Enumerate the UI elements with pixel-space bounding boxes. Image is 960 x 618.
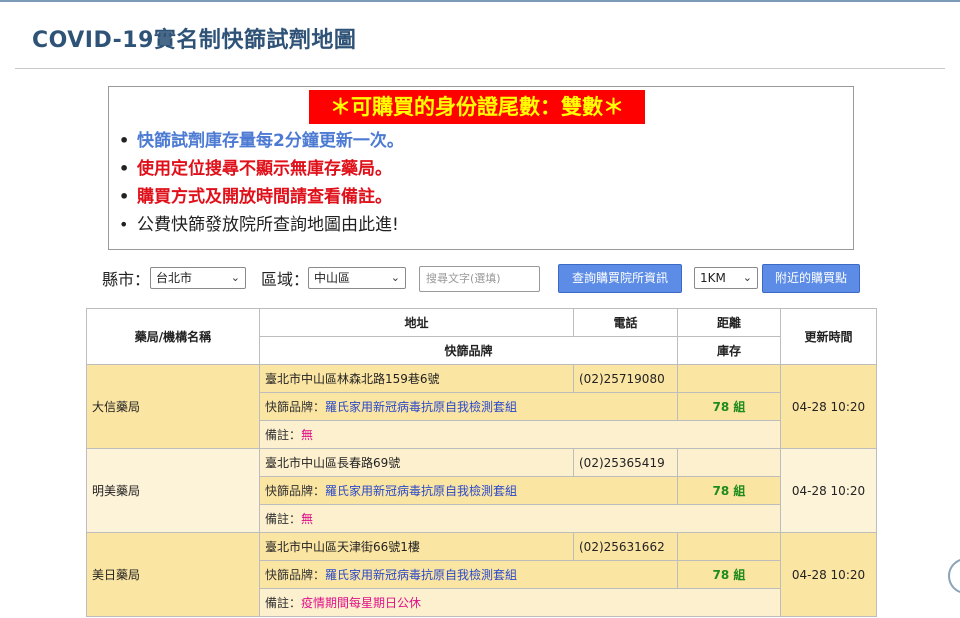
query-button[interactable]: 查詢購買院所資訊 <box>558 264 682 293</box>
pharmacy-phone: (02)25631662 <box>573 532 678 561</box>
note-value: 無 <box>301 428 314 442</box>
locate-float-button[interactable] <box>948 558 960 594</box>
pharmacy-address: 臺北市中山區長春路69號 <box>259 448 574 477</box>
notice-item-location-search: 使用定位搜尋不顯示無庫存藥局。 <box>119 155 404 183</box>
note-value: 無 <box>301 512 314 526</box>
header-name: 藥局/機構名稱 <box>86 308 260 365</box>
notice-item-update-frequency: 快篩試劑庫存量每2分鐘更新一次。 <box>119 127 404 155</box>
pharmacy-distance <box>677 448 781 477</box>
pharmacy-distance <box>677 532 781 561</box>
note-label: 備註： <box>265 512 302 526</box>
distance-select-value: 1KM <box>700 271 726 285</box>
pharmacy-address: 臺北市中山區林森北路159巷6號 <box>259 364 574 393</box>
note-value: 疫情期間每星期日公休 <box>301 596 422 610</box>
notice-list: 快篩試劑庫存量每2分鐘更新一次。 使用定位搜尋不顯示無庫存藥局。 購買方式及開放… <box>119 127 404 239</box>
note-cell: 備註：無 <box>259 504 781 533</box>
notice-box: ＊可購買的身份證尾數：雙數＊ 快篩試劑庫存量每2分鐘更新一次。 使用定位搜尋不顯… <box>108 86 854 250</box>
note-cell: 備註：疫情期間每星期日公休 <box>259 588 781 617</box>
notice-item-public-map-link[interactable]: 公費快篩發放院所查詢地圖由此進! <box>119 211 404 239</box>
pharmacy-address: 臺北市中山區天津街66號1樓 <box>259 532 574 561</box>
chevron-down-icon: ⌄ <box>742 271 752 284</box>
city-select-value: 台北市 <box>156 271 193 285</box>
page-title: COVID-19實名制快篩試劑地圖 <box>32 28 357 53</box>
brand-value: 羅氏家用新冠病毒抗原自我檢測套組 <box>325 400 518 414</box>
updated-time: 04-28 10:20 <box>780 532 877 617</box>
brand-label: 快篩品牌： <box>265 400 326 414</box>
brand-cell: 快篩品牌：羅氏家用新冠病毒抗原自我檢測套組 <box>259 476 678 505</box>
brand-label: 快篩品牌： <box>265 484 326 498</box>
district-label: 區域： <box>261 270 310 289</box>
pharmacy-phone: (02)25365419 <box>573 448 678 477</box>
brand-cell: 快篩品牌：羅氏家用新冠病毒抗原自我檢測套組 <box>259 392 678 421</box>
note-cell: 備註：無 <box>259 420 781 449</box>
id-digit-banner: ＊可購買的身份證尾數：雙數＊ <box>309 90 645 124</box>
brand-value: 羅氏家用新冠病毒抗原自我檢測套組 <box>325 568 518 582</box>
brand-value: 羅氏家用新冠病毒抗原自我檢測套組 <box>325 484 518 498</box>
table-row[interactable]: 明美藥局 臺北市中山區長春路69號 (02)25365419 04-28 10:… <box>86 448 877 533</box>
table-row[interactable]: 美日藥局 臺北市中山區天津街66號1樓 (02)25631662 04-28 1… <box>86 532 877 617</box>
search-input[interactable]: 搜尋文字(選填) <box>419 266 540 292</box>
brand-cell: 快篩品牌：羅氏家用新冠病毒抗原自我檢測套組 <box>259 560 678 589</box>
pharmacy-name[interactable]: 美日藥局 <box>86 532 260 617</box>
header-stock: 庫存 <box>677 336 781 365</box>
top-border <box>0 0 960 2</box>
updated-time: 04-28 10:20 <box>780 448 877 533</box>
header-distance: 距離 <box>677 308 781 337</box>
city-label: 縣市： <box>102 270 151 289</box>
district-select-value: 中山區 <box>314 271 351 285</box>
note-label: 備註： <box>265 428 302 442</box>
district-select[interactable]: 中山區 ⌄ <box>308 267 406 289</box>
chevron-down-icon: ⌄ <box>390 271 400 284</box>
header-address: 地址 <box>259 308 574 337</box>
filter-bar: 縣市： 台北市 ⌄ 區域： 中山區 ⌄ 搜尋文字(選填) 查詢購買院所資訊 1K… <box>0 264 960 294</box>
brand-label: 快篩品牌： <box>265 568 326 582</box>
pharmacy-phone: (02)25719080 <box>573 364 678 393</box>
pharmacy-table: 藥局/機構名稱 地址 電話 距離 更新時間 快篩品牌 庫存 大信藥局 臺北市中山… <box>86 308 877 617</box>
header-phone: 電話 <box>573 308 678 337</box>
pharmacy-name[interactable]: 明美藥局 <box>86 448 260 533</box>
pharmacy-name[interactable]: 大信藥局 <box>86 364 260 449</box>
stock-count: 78 組 <box>677 392 781 421</box>
city-select[interactable]: 台北市 ⌄ <box>150 267 246 289</box>
stock-count: 78 組 <box>677 560 781 589</box>
distance-select[interactable]: 1KM ⌄ <box>694 267 758 289</box>
chevron-down-icon: ⌄ <box>230 271 240 284</box>
note-label: 備註： <box>265 596 302 610</box>
notice-item-purchase-info: 購買方式及開放時間請查看備註。 <box>119 183 404 211</box>
updated-time: 04-28 10:20 <box>780 364 877 449</box>
title-divider <box>15 68 945 69</box>
header-updated: 更新時間 <box>780 308 877 365</box>
pharmacy-distance <box>677 364 781 393</box>
nearby-button[interactable]: 附近的購買點 <box>762 264 860 293</box>
stock-count: 78 組 <box>677 476 781 505</box>
table-row[interactable]: 大信藥局 臺北市中山區林森北路159巷6號 (02)25719080 04-28… <box>86 364 877 449</box>
header-brand: 快篩品牌 <box>259 336 678 365</box>
